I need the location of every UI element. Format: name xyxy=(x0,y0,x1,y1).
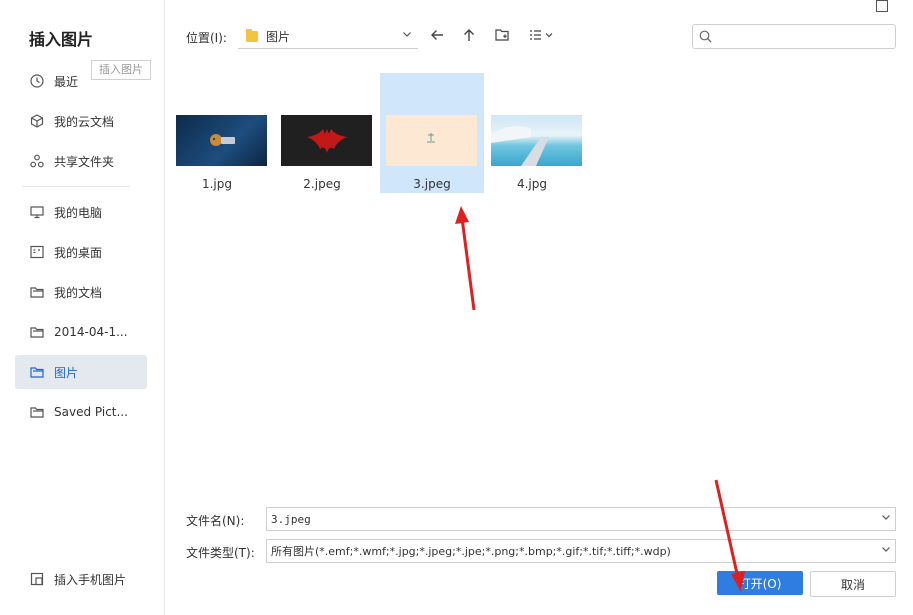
maximize-icon[interactable] xyxy=(876,0,888,12)
annotation-arrow-file xyxy=(460,217,476,311)
chevron-down-icon xyxy=(402,29,412,42)
image-thumbnail xyxy=(386,115,477,166)
sidebar-item-my-documents[interactable]: 我的文档 xyxy=(15,275,147,309)
folder-icon xyxy=(29,364,45,380)
search-icon xyxy=(699,30,712,43)
sidebar-item-label: 我的桌面 xyxy=(54,245,103,260)
sidebar-item-label: 插入手机图片 xyxy=(54,572,127,587)
new-folder-icon xyxy=(494,27,510,46)
sidebar-item-saved-pictures[interactable]: Saved Pict... xyxy=(15,395,147,429)
file-item[interactable]: 1.jpg xyxy=(165,73,269,193)
search-box[interactable] xyxy=(692,24,896,49)
sidebar-divider xyxy=(22,186,130,187)
sidebar-item-label: 图片 xyxy=(54,365,79,380)
file-item[interactable]: 2.jpeg xyxy=(270,73,374,193)
new-folder-button[interactable] xyxy=(492,26,512,46)
arrow-left-icon xyxy=(429,27,445,46)
search-input[interactable] xyxy=(716,28,890,45)
filetype-value: 所有图片(*.emf;*.wmf;*.jpg;*.jpeg;*.jpe;*.pn… xyxy=(271,545,671,558)
location-label: 位置(I): xyxy=(186,31,227,45)
filename-value: 3.jpeg xyxy=(271,512,311,526)
image-thumbnail xyxy=(491,115,582,166)
folder-icon xyxy=(246,28,258,42)
back-button[interactable] xyxy=(427,26,447,46)
filetype-label: 文件类型(T): xyxy=(186,546,255,560)
sidebar-item-shared-folder[interactable]: 共享文件夹 xyxy=(15,144,147,178)
desktop-icon xyxy=(29,244,45,260)
image-thumbnail xyxy=(176,115,267,166)
up-button[interactable] xyxy=(459,26,479,46)
sidebar-item-label: 2014-04-1... xyxy=(54,325,128,339)
chevron-down-icon xyxy=(881,512,891,525)
sidebar-item-label: Saved Pict... xyxy=(54,405,128,419)
file-item[interactable]: 4.jpg xyxy=(480,73,584,193)
file-name: 4.jpg xyxy=(516,177,548,191)
sidebar-item-label: 我的电脑 xyxy=(54,205,103,220)
list-view-icon xyxy=(528,27,556,46)
annotation-arrowhead-file xyxy=(455,206,469,224)
file-item-selected[interactable]: 3.jpeg xyxy=(380,73,484,193)
sidebar: 插入图片 最近 我的云文档 共享文件夹 我的电脑 我的桌面 我的文档 2014-… xyxy=(0,0,165,615)
view-mode-button[interactable] xyxy=(527,26,557,46)
sidebar-item-folder-2014[interactable]: 2014-04-1... xyxy=(15,315,147,349)
sidebar-item-pictures[interactable]: 图片 xyxy=(15,355,147,389)
dialog-title: 插入图片 xyxy=(29,30,94,49)
file-name: 1.jpg xyxy=(201,177,233,191)
sidebar-item-label: 共享文件夹 xyxy=(54,154,115,169)
open-button[interactable]: 打开(O) xyxy=(717,571,803,595)
arrow-up-icon xyxy=(461,27,477,46)
sidebar-item-label: 我的云文档 xyxy=(54,114,115,129)
computer-icon xyxy=(29,204,45,220)
location-value: 图片 xyxy=(266,29,291,44)
sidebar-item-label: 最近 xyxy=(54,74,79,89)
sidebar-item-insert-phone-image[interactable]: 插入手机图片 xyxy=(15,562,147,596)
folder-icon xyxy=(29,404,45,420)
chevron-down-icon xyxy=(881,544,891,557)
file-name: 2.jpeg xyxy=(303,177,341,191)
sidebar-item-cloud-docs[interactable]: 我的云文档 xyxy=(15,104,147,138)
sidebar-item-my-desktop[interactable]: 我的桌面 xyxy=(15,235,147,269)
sidebar-item-my-computer[interactable]: 我的电脑 xyxy=(15,195,147,229)
cancel-button[interactable]: 取消 xyxy=(810,571,896,597)
filetype-select[interactable]: 所有图片(*.emf;*.wmf;*.jpg;*.jpeg;*.jpe;*.pn… xyxy=(266,539,896,563)
folder-icon xyxy=(29,324,45,340)
location-dropdown[interactable]: 图片 xyxy=(238,24,418,49)
image-thumbnail xyxy=(281,115,372,166)
tooltip: 插入图片 xyxy=(91,60,151,80)
filename-field[interactable]: 3.jpeg xyxy=(266,507,896,531)
folder-icon xyxy=(29,284,45,300)
cloud-doc-icon xyxy=(29,113,45,129)
phone-image-icon xyxy=(29,571,45,587)
clock-icon xyxy=(29,73,45,89)
sidebar-item-label: 我的文档 xyxy=(54,285,103,300)
filename-label: 文件名(N): xyxy=(186,514,245,528)
share-icon xyxy=(29,153,45,169)
file-name: 3.jpeg xyxy=(413,177,451,191)
